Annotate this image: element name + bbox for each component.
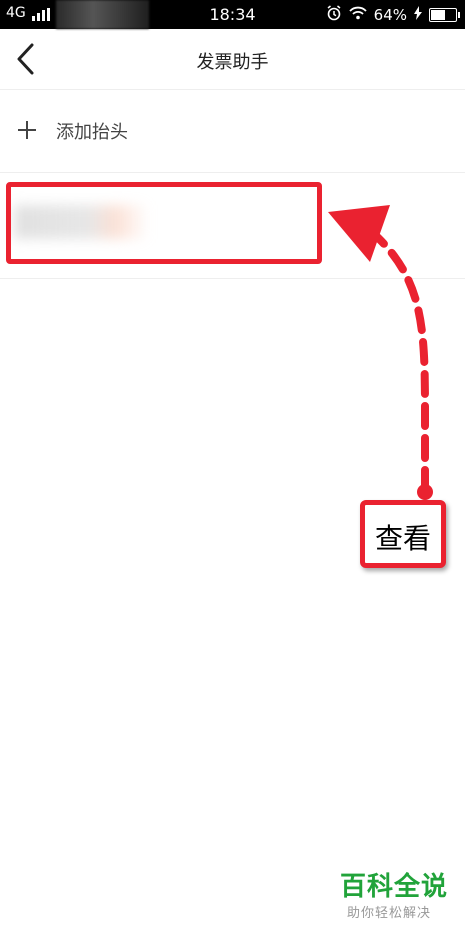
wifi-icon <box>349 6 367 24</box>
callout-label: 查看 <box>374 522 431 555</box>
status-right: 64% <box>326 5 460 25</box>
redacted-invoice-title <box>14 205 149 239</box>
status-bar: 4G 18:34 64% <box>0 0 465 29</box>
plus-icon <box>18 121 36 139</box>
nav-bar: 发票助手 <box>0 29 465 90</box>
watermark-subtitle: 助你轻松解决 <box>347 906 432 921</box>
battery-level-fill <box>431 10 445 20</box>
annotation-callout: 查看 <box>360 500 446 568</box>
invoice-title-item[interactable] <box>0 173 465 279</box>
battery-percent: 64% <box>373 6 407 24</box>
add-title-button[interactable]: 添加抬头 <box>0 90 465 173</box>
page-title: 发票助手 <box>196 52 269 73</box>
add-title-label: 添加抬头 <box>56 122 128 143</box>
battery-icon <box>429 8 460 22</box>
watermark-title: 百科全说 <box>340 872 449 902</box>
charging-icon <box>414 6 422 24</box>
alarm-icon <box>326 5 342 25</box>
